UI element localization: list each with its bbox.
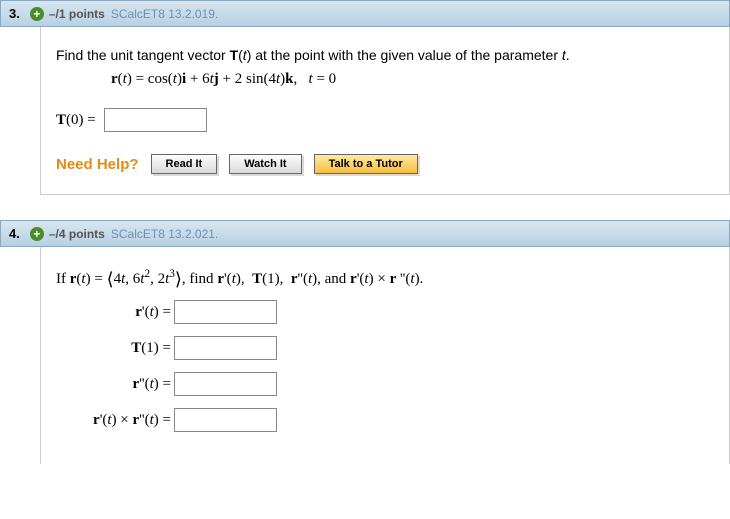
- answer-row-T1: T(1) =: [56, 336, 714, 360]
- source-text: SCalcET8 13.2.021.: [111, 227, 218, 241]
- watch-it-button[interactable]: Watch It: [229, 154, 301, 174]
- question-3-body: Find the unit tangent vector T(t) at the…: [40, 27, 730, 195]
- points-text: –/1 points: [49, 7, 105, 21]
- answer-row-cross: r'(t) × r''(t) =: [56, 408, 714, 432]
- prompt-text: If r(t) = ⟨4t, 6t2, 2t3⟩, find r'(t), T(…: [56, 267, 714, 288]
- answer-input-rpp[interactable]: [174, 372, 277, 396]
- points-text: –/4 points: [49, 227, 105, 241]
- answer-label: r'(t) × r''(t) =: [56, 412, 174, 429]
- equation: r(t) = cos(t)i + 6tj + 2 sin(4t)k, t = 0: [111, 71, 714, 88]
- answer-input-cross[interactable]: [174, 408, 277, 432]
- angle-bracket-close-icon: ⟩: [175, 269, 182, 289]
- answer-row-rprime: r'(t) =: [56, 300, 714, 324]
- answer-input-rprime[interactable]: [174, 300, 277, 324]
- answer-label: T(1) =: [56, 340, 174, 357]
- read-it-button[interactable]: Read It: [151, 154, 218, 174]
- question-4-header: 4. + –/4 points SCalcET8 13.2.021.: [0, 220, 730, 247]
- question-4: 4. + –/4 points SCalcET8 13.2.021. If r(…: [0, 220, 730, 464]
- need-help-row: Need Help? Read It Watch It Talk to a Tu…: [56, 154, 714, 174]
- question-number: 4.: [9, 226, 20, 241]
- answer-input-T1[interactable]: [174, 336, 277, 360]
- angle-bracket-open-icon: ⟨: [107, 269, 114, 289]
- answer-row-T0: T(0) =: [56, 108, 714, 132]
- question-number: 3.: [9, 6, 20, 21]
- answer-label: r'(t) =: [56, 304, 174, 321]
- question-3-header: 3. + –/1 points SCalcET8 13.2.019.: [0, 0, 730, 27]
- need-help-label: Need Help?: [56, 156, 139, 173]
- expand-icon[interactable]: +: [30, 7, 44, 21]
- answer-label: r''(t) =: [56, 376, 174, 393]
- prompt-text: Find the unit tangent vector T(t) at the…: [56, 47, 714, 63]
- answer-label: T(0) =: [56, 112, 104, 129]
- question-4-body: If r(t) = ⟨4t, 6t2, 2t3⟩, find r'(t), T(…: [40, 247, 730, 464]
- expand-icon[interactable]: +: [30, 227, 44, 241]
- answer-input-T0[interactable]: [104, 108, 207, 132]
- question-3: 3. + –/1 points SCalcET8 13.2.019. Find …: [0, 0, 730, 195]
- talk-to-tutor-button[interactable]: Talk to a Tutor: [314, 154, 418, 174]
- answer-row-rpp: r''(t) =: [56, 372, 714, 396]
- source-text: SCalcET8 13.2.019.: [111, 7, 218, 21]
